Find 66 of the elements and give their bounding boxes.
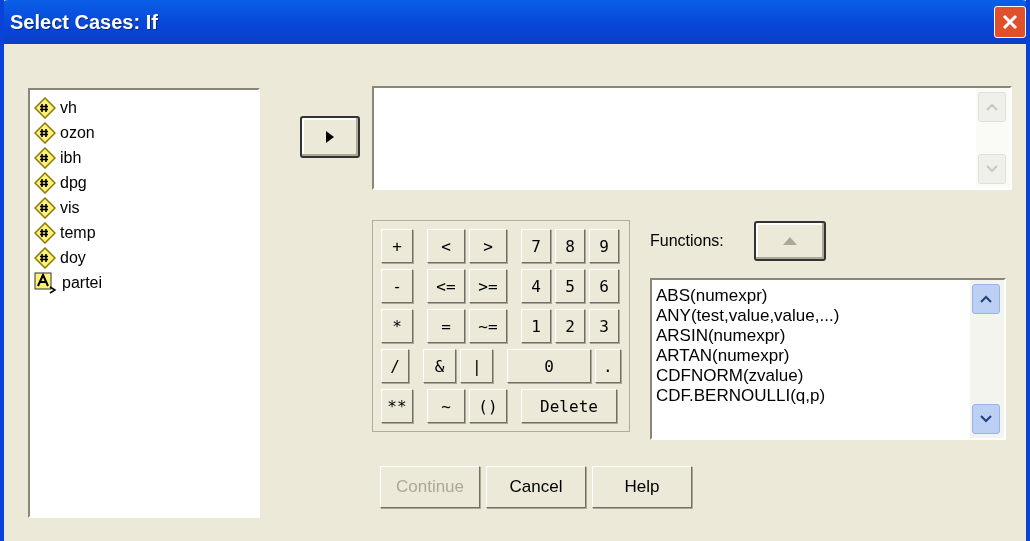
numeric-variable-icon bbox=[34, 221, 56, 244]
numeric-variable-icon bbox=[34, 121, 56, 144]
scrollbar[interactable] bbox=[976, 88, 1010, 188]
keypad-button[interactable]: 1 bbox=[521, 309, 551, 343]
variable-item[interactable]: partei bbox=[62, 273, 103, 292]
keypad-button[interactable]: + bbox=[381, 229, 413, 263]
keypad-button[interactable]: . bbox=[594, 349, 621, 383]
scrollbar[interactable] bbox=[970, 280, 1004, 438]
variable-item[interactable]: ibh bbox=[60, 148, 82, 167]
keypad-button[interactable]: ~= bbox=[469, 309, 507, 343]
variable-item[interactable]: dpg bbox=[60, 173, 87, 192]
numeric-variable-icon bbox=[34, 246, 56, 269]
up-triangle-icon bbox=[782, 237, 797, 245]
variable-item[interactable]: ozon bbox=[60, 123, 95, 142]
up-chevron-icon bbox=[980, 295, 992, 303]
keypad-button[interactable]: | bbox=[460, 349, 494, 383]
keypad-button[interactable]: 9 bbox=[589, 229, 619, 263]
keypad-button[interactable]: 5 bbox=[555, 269, 585, 303]
move-button[interactable] bbox=[300, 116, 360, 158]
keypad-button[interactable]: > bbox=[469, 229, 507, 263]
numeric-variable-icon bbox=[34, 146, 56, 169]
variable-item[interactable]: vis bbox=[60, 198, 80, 217]
up-chevron-icon bbox=[986, 103, 998, 111]
insert-function-button[interactable] bbox=[753, 221, 826, 261]
right-triangle-icon bbox=[326, 131, 334, 143]
numeric-variable-icon bbox=[34, 96, 56, 119]
variable-item[interactable]: doy bbox=[60, 248, 86, 267]
function-item[interactable]: ANY(test,value,value,...) bbox=[656, 306, 966, 326]
keypad-button[interactable]: & bbox=[423, 349, 457, 383]
keypad-button[interactable]: 3 bbox=[589, 309, 619, 343]
keypad-button[interactable]: () bbox=[469, 389, 507, 423]
keypad-button[interactable]: <= bbox=[427, 269, 465, 303]
down-chevron-icon bbox=[980, 415, 992, 423]
keypad-button[interactable]: * bbox=[381, 309, 413, 343]
function-item[interactable]: ARSIN(numexpr) bbox=[656, 326, 966, 346]
keypad-button[interactable]: >= bbox=[469, 269, 507, 303]
window-title: Select Cases: If bbox=[10, 10, 158, 34]
keypad-button[interactable]: 4 bbox=[521, 269, 551, 303]
close-button[interactable] bbox=[994, 6, 1026, 38]
string-variable-icon bbox=[34, 271, 58, 294]
keypad-button[interactable]: < bbox=[427, 229, 465, 263]
keypad-button[interactable]: / bbox=[381, 349, 409, 383]
keypad-button[interactable]: - bbox=[381, 269, 413, 303]
keypad-button[interactable]: 8 bbox=[555, 229, 585, 263]
close-icon bbox=[1002, 14, 1018, 30]
keypad-button[interactable]: ** bbox=[381, 389, 413, 423]
function-item[interactable]: CDFNORM(zvalue) bbox=[656, 366, 966, 386]
dialog-button[interactable]: Cancel bbox=[486, 466, 586, 508]
numeric-variable-icon bbox=[34, 196, 56, 219]
keypad-button[interactable]: 7 bbox=[521, 229, 551, 263]
function-item[interactable]: CDF.BERNOULLI(q,p) bbox=[656, 386, 966, 406]
keypad-button[interactable]: 6 bbox=[589, 269, 619, 303]
keypad-button[interactable]: = bbox=[427, 309, 465, 343]
functions-label: Functions: bbox=[650, 232, 724, 250]
dialog-button[interactable]: Help bbox=[592, 466, 692, 508]
keypad-button[interactable]: 0 bbox=[507, 349, 591, 383]
down-chevron-icon bbox=[986, 165, 998, 173]
variable-item[interactable]: vh bbox=[60, 98, 77, 117]
expression-field[interactable] bbox=[372, 86, 1012, 190]
keypad-button[interactable]: Delete bbox=[521, 389, 617, 423]
numeric-variable-icon bbox=[34, 171, 56, 194]
keypad-button[interactable]: 2 bbox=[555, 309, 585, 343]
function-item[interactable]: ABS(numexpr) bbox=[656, 286, 966, 306]
variable-item[interactable]: temp bbox=[60, 223, 96, 242]
keypad-button[interactable]: ~ bbox=[427, 389, 465, 423]
function-item[interactable]: ARTAN(numexpr) bbox=[656, 346, 966, 366]
